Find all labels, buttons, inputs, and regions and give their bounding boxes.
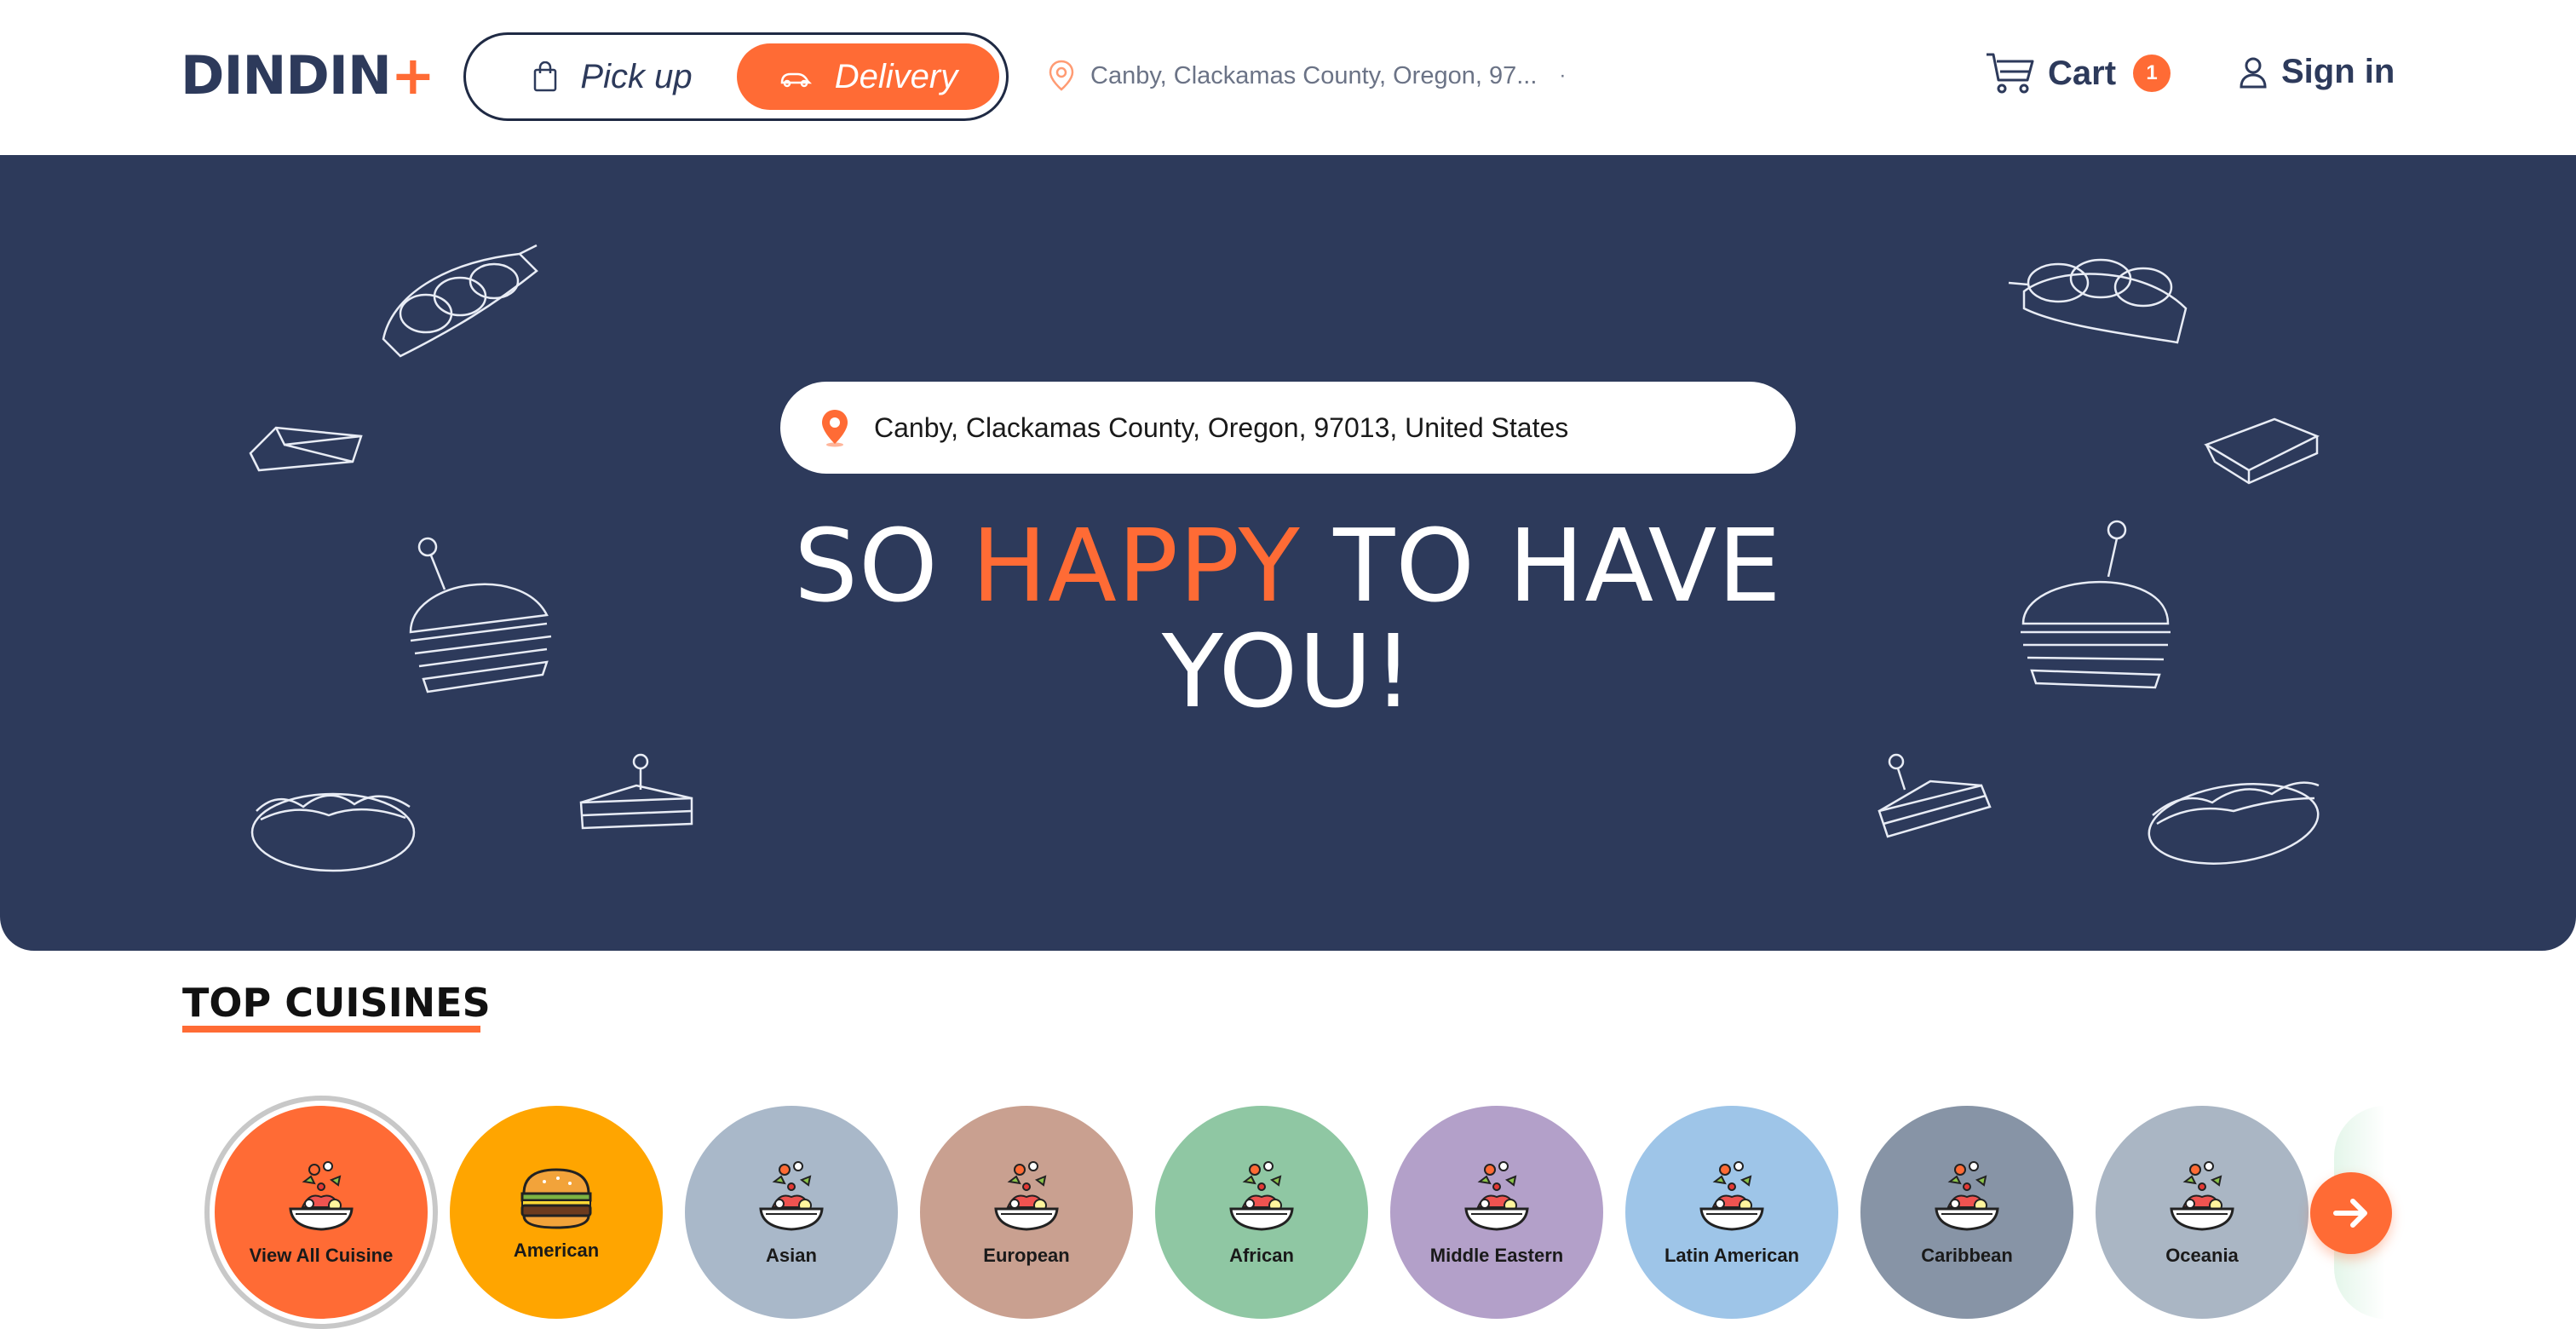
location-pin-icon	[1049, 60, 1074, 91]
cuisine-label: American	[513, 1240, 600, 1261]
burger-doodle-icon	[2021, 520, 2171, 689]
club-sandwich-doodle-icon	[579, 753, 693, 830]
delivery-scooter-icon	[780, 72, 812, 88]
cuisine-label: Asian	[766, 1245, 817, 1266]
logo[interactable]: DINDIN+	[181, 44, 435, 106]
hotdog-doodle-icon	[2148, 781, 2320, 865]
salad-bowl-icon	[2170, 1161, 2234, 1231]
hero-headline: SO HAPPY TO HAVE YOU!	[692, 513, 1884, 724]
location-separator: ·	[1559, 64, 1567, 87]
salad-bowl-icon	[1464, 1161, 1529, 1231]
shopping-bag-icon	[534, 61, 557, 92]
cuisine-label: Caribbean	[1921, 1245, 2013, 1266]
delivery-button[interactable]: Delivery	[737, 43, 999, 110]
carousel-next-button[interactable]	[2310, 1172, 2392, 1254]
salad-bowl-icon	[1935, 1161, 1999, 1231]
sandwich-doodle-icon	[382, 244, 538, 358]
cuisine-label: European	[983, 1245, 1070, 1266]
cart-button[interactable]: Cart 1	[1985, 51, 2171, 95]
cuisine-item-middle-eastern[interactable]: Middle Eastern	[1390, 1106, 1603, 1319]
cuisine-item-oceania[interactable]: Oceania	[2096, 1106, 2309, 1319]
hotdog-doodle-icon	[250, 792, 416, 872]
arrow-right-icon	[2333, 1199, 2367, 1228]
headline-accent: HAPPY	[971, 507, 1301, 624]
headline-part1: SO	[794, 507, 972, 624]
headline-part2: TO HAVE	[1300, 507, 1782, 624]
cuisine-item-african[interactable]: African	[1155, 1106, 1368, 1319]
club-sandwich-doodle-icon	[1877, 753, 1992, 838]
pickup-label: Pick up	[580, 57, 693, 95]
cart-label: Cart	[2048, 54, 2117, 92]
headline-line2: YOU!	[1161, 613, 1415, 730]
sign-in-label: Sign in	[2281, 53, 2395, 90]
toast-doodle-icon	[2204, 417, 2320, 485]
delivery-label: Delivery	[834, 57, 958, 95]
cuisine-item-european[interactable]: European	[920, 1106, 1133, 1319]
cuisine-label: View All Cuisine	[249, 1245, 394, 1266]
salad-bowl-icon	[994, 1161, 1059, 1231]
cuisine-item-view-all-cuisine[interactable]: View All Cuisine	[204, 1096, 438, 1329]
salad-bowl-icon	[759, 1161, 824, 1231]
logo-text: DINDIN	[181, 44, 392, 106]
top-header: DINDIN+ Pick up Delivery Canby, Clackama…	[0, 0, 2576, 155]
sandwich-doodle-icon	[2008, 258, 2188, 344]
logo-plus: +	[390, 44, 435, 106]
burger-doodle-icon	[409, 537, 552, 693]
location-pin-icon	[822, 410, 848, 447]
order-mode-toggle: Pick up Delivery	[463, 32, 1009, 121]
cuisine-label: African	[1229, 1245, 1294, 1266]
header-location[interactable]: Canby, Clackamas County, Oregon, 97... ·	[1048, 60, 1566, 92]
toast-doodle-icon	[249, 426, 363, 472]
cuisine-item-caribbean[interactable]: Caribbean	[1860, 1106, 2073, 1319]
section-title-underline	[182, 1026, 480, 1033]
cart-icon	[1987, 53, 2034, 94]
address-search-value: Canby, Clackamas County, Oregon, 97013, …	[874, 411, 1569, 443]
user-icon	[2240, 57, 2267, 88]
address-search-input[interactable]: Canby, Clackamas County, Oregon, 97013, …	[780, 382, 1796, 474]
pickup-button[interactable]: Pick up	[485, 43, 740, 110]
cuisine-label: Middle Eastern	[1429, 1245, 1564, 1266]
cuisine-item-latin-american[interactable]: Latin American	[1625, 1106, 1838, 1319]
salad-bowl-icon	[1699, 1161, 1764, 1231]
cart-count-badge: 1	[2133, 55, 2171, 92]
salad-bowl-icon	[289, 1161, 354, 1231]
cuisine-item-american[interactable]: American	[450, 1106, 663, 1319]
top-cuisines-title: TOP CUISINES	[182, 980, 491, 1026]
sign-in-button[interactable]: Sign in	[2239, 53, 2395, 91]
cuisine-label: Latin American	[1664, 1245, 1800, 1266]
cuisine-item-asian[interactable]: Asian	[685, 1106, 898, 1319]
hero-banner: Canby, Clackamas County, Oregon, 97013, …	[0, 155, 2576, 951]
burger-icon	[520, 1168, 592, 1229]
cuisine-label: Oceania	[2165, 1245, 2239, 1266]
header-location-text: Canby, Clackamas County, Oregon, 97...	[1090, 61, 1538, 89]
salad-bowl-icon	[1229, 1161, 1294, 1231]
